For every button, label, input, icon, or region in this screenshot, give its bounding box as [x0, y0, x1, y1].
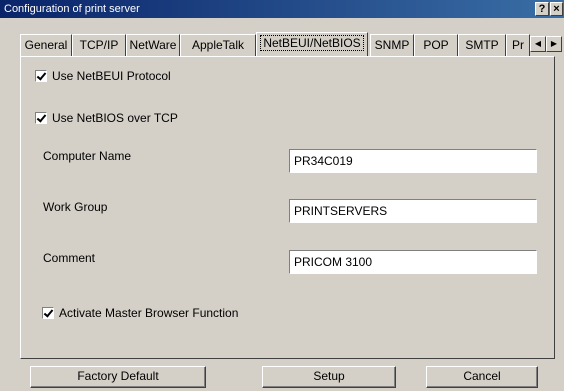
- comment-label: Comment: [43, 251, 96, 265]
- netbeui-netbios-panel: Use NetBEUI Protocol Use NetBIOS over TC…: [20, 56, 555, 359]
- use-netbeui-label: Use NetBEUI Protocol: [52, 69, 171, 83]
- master-browser-check-icon[interactable]: [42, 307, 54, 319]
- tab-snmp[interactable]: SNMP: [370, 34, 414, 56]
- tab-scroll-right-icon[interactable]: ▶: [546, 36, 562, 52]
- tab-netbeui-netbios[interactable]: NetBEUI/NetBIOS: [256, 32, 368, 56]
- computer-name-label: Computer Name: [43, 149, 132, 163]
- cancel-button[interactable]: Cancel: [426, 366, 538, 388]
- factory-default-button[interactable]: Factory Default: [30, 366, 206, 388]
- use-netbeui-check-icon[interactable]: [35, 70, 47, 82]
- tab-pop[interactable]: POP: [414, 34, 458, 56]
- tab-pr[interactable]: Pr: [506, 34, 530, 56]
- tab-netware[interactable]: NetWare: [126, 34, 180, 56]
- close-button[interactable]: ×: [550, 2, 563, 16]
- tab-scroll-left-icon[interactable]: ◀: [530, 36, 546, 52]
- work-group-field[interactable]: [289, 199, 537, 223]
- tab-general[interactable]: General: [20, 34, 72, 56]
- tab-appletalk[interactable]: AppleTalk: [180, 34, 256, 56]
- setup-button[interactable]: Setup: [262, 366, 396, 388]
- use-netbeui-checkbox[interactable]: Use NetBEUI Protocol: [35, 68, 235, 84]
- title-bar[interactable]: Configuration of print server ? ×: [0, 0, 564, 18]
- tab-strip: General TCP/IP NetWare AppleTalk NetBEUI…: [20, 32, 540, 56]
- work-group-label: Work Group: [43, 200, 108, 214]
- use-netbios-check-icon[interactable]: [35, 112, 47, 124]
- master-browser-label: Activate Master Browser Function: [59, 306, 239, 320]
- computer-name-field[interactable]: [289, 149, 537, 173]
- comment-field[interactable]: [289, 250, 537, 274]
- tab-smtp[interactable]: SMTP: [458, 34, 506, 56]
- use-netbios-label: Use NetBIOS over TCP: [52, 111, 178, 125]
- master-browser-checkbox[interactable]: Activate Master Browser Function: [42, 305, 282, 321]
- use-netbios-checkbox[interactable]: Use NetBIOS over TCP: [35, 110, 235, 126]
- help-button[interactable]: ?: [535, 2, 549, 16]
- print-server-config-window: Configuration of print server ? × Genera…: [0, 0, 564, 391]
- window-title: Configuration of print server: [4, 3, 140, 15]
- tab-netbeui-netbios-label: NetBEUI/NetBIOS: [260, 35, 364, 51]
- tab-tcpip[interactable]: TCP/IP: [72, 34, 126, 56]
